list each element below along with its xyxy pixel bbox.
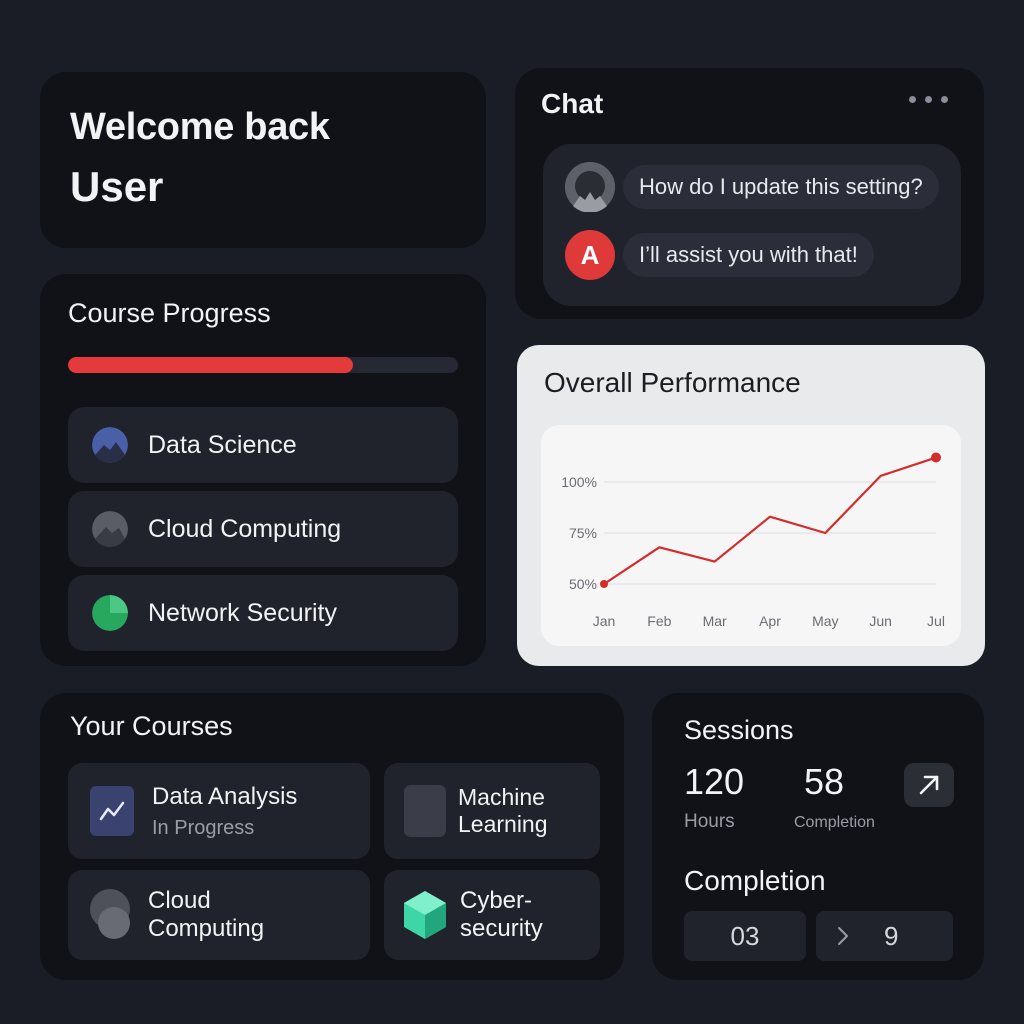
performance-title: Overall Performance bbox=[544, 367, 801, 398]
completion-title: Completion bbox=[684, 865, 826, 896]
progress-item-label: Network Security bbox=[148, 598, 337, 627]
welcome-card: Welcome back User bbox=[40, 72, 486, 248]
hours-stat: 120 Hours bbox=[684, 761, 744, 833]
more-options-icon[interactable] bbox=[909, 96, 948, 103]
x-tick-label: Jan bbox=[593, 613, 616, 629]
data-point bbox=[600, 580, 608, 588]
course-progress-title: Course Progress bbox=[68, 298, 271, 328]
pie-icon bbox=[92, 511, 128, 547]
x-tick-label: May bbox=[812, 613, 838, 629]
course-title-line: Cyber- bbox=[460, 887, 533, 914]
cube-icon bbox=[404, 891, 446, 939]
progress-item-network-security[interactable]: Network Security bbox=[68, 575, 458, 651]
completion-box-left: 03 bbox=[684, 911, 806, 961]
assistant-avatar: A bbox=[565, 230, 615, 280]
y-tick-label: 50% bbox=[569, 576, 597, 592]
x-tick-label: Jun bbox=[869, 613, 892, 629]
completion-box-right[interactable]: 9 bbox=[816, 911, 953, 961]
completion-stat: 58 Completion bbox=[794, 761, 875, 832]
open-sessions-button[interactable] bbox=[904, 763, 954, 807]
user-avatar bbox=[565, 162, 615, 212]
x-tick-label: Jul bbox=[927, 613, 945, 629]
performance-chart-area: 100% 75% 50% Jan Feb Mar Apr May Jun Jul bbox=[541, 425, 961, 646]
course-cloud-computing[interactable]: Cloud Computing bbox=[68, 870, 370, 960]
welcome-username: User bbox=[70, 163, 164, 210]
completion-label: Completion bbox=[794, 814, 875, 831]
x-tick-label: Mar bbox=[703, 613, 727, 629]
completion-value: 58 bbox=[804, 761, 845, 802]
pie-icon bbox=[92, 427, 128, 463]
course-title-line: security bbox=[460, 915, 543, 942]
chat-message: How do I update this setting? bbox=[565, 162, 939, 212]
chat-messages: How do I update this setting? A I’ll ass… bbox=[543, 144, 961, 372]
progress-item-data-science[interactable]: Data Science bbox=[68, 407, 458, 483]
square-icon bbox=[404, 785, 446, 837]
user-avatar-icon bbox=[565, 162, 615, 212]
completion-box-left-value: 03 bbox=[730, 920, 760, 951]
course-cybersecurity[interactable]: Cyber- security bbox=[384, 870, 600, 960]
chart-line-icon bbox=[90, 786, 134, 836]
progress-item-label: Data Science bbox=[148, 430, 297, 459]
course-title-line: Learning bbox=[458, 811, 548, 837]
course-title-line: Machine bbox=[458, 784, 545, 810]
x-tick-label: Feb bbox=[647, 613, 671, 629]
course-title-line: Cloud bbox=[148, 887, 211, 914]
y-tick-label: 100% bbox=[561, 474, 597, 490]
course-status: In Progress bbox=[152, 816, 255, 839]
cloud-icon bbox=[90, 889, 130, 939]
course-progress-bar bbox=[68, 357, 458, 373]
chat-bubble: I’ll assist you with that! bbox=[623, 233, 874, 277]
course-title-line: Computing bbox=[148, 915, 265, 942]
welcome-greeting: Welcome back bbox=[70, 106, 330, 148]
assistant-avatar-letter: A bbox=[580, 239, 600, 270]
progress-item-cloud-computing[interactable]: Cloud Computing bbox=[68, 491, 458, 567]
your-courses-card: Your Courses Data Analysis In Progress M… bbox=[40, 693, 624, 980]
chat-bubble: How do I update this setting? bbox=[623, 165, 939, 209]
data-point bbox=[931, 452, 941, 463]
arrow-up-right-icon bbox=[919, 775, 939, 795]
x-tick-label: Apr bbox=[759, 613, 781, 629]
course-data-analysis[interactable]: Data Analysis In Progress bbox=[68, 763, 370, 859]
pie-icon bbox=[92, 595, 128, 631]
y-tick-label: 75% bbox=[569, 525, 597, 541]
chat-card: Chat How do I update this setting? A I’l… bbox=[515, 68, 984, 319]
completion-box-right-value: 9 bbox=[884, 920, 899, 951]
course-machine-learning[interactable]: Machine Learning bbox=[384, 763, 600, 859]
course-progress-bar-fill bbox=[68, 357, 353, 373]
your-courses-title: Your Courses bbox=[70, 711, 233, 741]
chat-title: Chat bbox=[541, 88, 604, 119]
progress-item-label: Cloud Computing bbox=[148, 514, 342, 543]
series-line bbox=[603, 456, 937, 585]
chevron-right-icon bbox=[838, 927, 848, 945]
sessions-card: Sessions 120 Hours 58 Completion Complet… bbox=[652, 693, 984, 980]
performance-chart: 100% 75% 50% Jan Feb Mar Apr May Jun Jul bbox=[561, 452, 945, 629]
sessions-title: Sessions bbox=[684, 715, 794, 745]
hours-label: Hours bbox=[684, 811, 735, 832]
course-title: Data Analysis bbox=[152, 782, 298, 810]
performance-card: Overall Performance 100% 75% 50% Jan Feb Mar A… bbox=[517, 345, 985, 666]
course-progress-card: Course Progress Data Science Cloud Compu… bbox=[40, 274, 486, 666]
hours-value: 120 bbox=[684, 761, 745, 802]
chat-message: A I’ll assist you with that! bbox=[565, 230, 874, 280]
